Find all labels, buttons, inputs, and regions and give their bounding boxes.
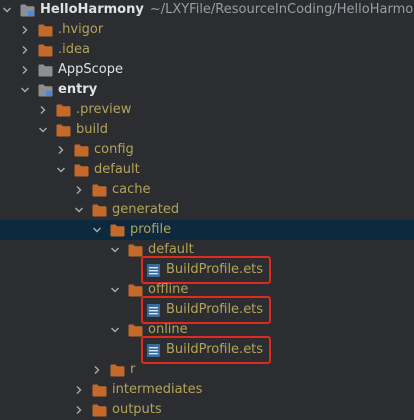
tree-folder-row[interactable]: generated bbox=[0, 200, 414, 220]
tree-item-label: HelloHarmony ~/LXYFile/ResourceInCoding/H… bbox=[40, 0, 414, 20]
tree-folder-row[interactable]: config bbox=[0, 140, 414, 160]
tree-item-name: config bbox=[94, 142, 134, 157]
folder-icon bbox=[38, 24, 53, 37]
tree-item-label: intermediates bbox=[112, 380, 202, 400]
folder-icon bbox=[128, 284, 143, 297]
folder-icon bbox=[56, 104, 71, 117]
tree-folder-row[interactable]: default bbox=[0, 160, 414, 180]
tree-item-name: .preview bbox=[76, 102, 132, 117]
tree-item-label: build bbox=[76, 120, 108, 140]
chevron-down-icon[interactable] bbox=[2, 0, 12, 20]
tree-file-row[interactable]: BuildProfile.ets bbox=[0, 336, 414, 364]
tree-item-name: .hvigor bbox=[58, 22, 104, 37]
chevron-down-icon[interactable] bbox=[110, 240, 120, 260]
tree-item-label: outputs bbox=[112, 400, 162, 420]
tree-item-name: cache bbox=[112, 182, 151, 197]
tree-folder-row[interactable]: .preview bbox=[0, 100, 414, 120]
project-tree: HelloHarmony ~/LXYFile/ResourceInCoding/H… bbox=[0, 0, 414, 419]
folder-icon bbox=[128, 244, 143, 257]
tree-item-name: default bbox=[94, 162, 140, 177]
tree-folder-row[interactable]: cache bbox=[0, 180, 414, 200]
folder-icon bbox=[56, 124, 71, 137]
folder-icon bbox=[92, 404, 107, 417]
chevron-right-icon[interactable] bbox=[20, 20, 30, 40]
chevron-right-icon[interactable] bbox=[20, 40, 30, 60]
tree-item-name: HelloHarmony bbox=[40, 2, 144, 17]
chevron-right-icon[interactable] bbox=[20, 60, 30, 80]
tree-folder-row[interactable]: entry bbox=[0, 80, 414, 100]
tree-folder-row[interactable]: r bbox=[0, 360, 414, 380]
tree-item-label: generated bbox=[112, 200, 179, 220]
folder-icon bbox=[110, 224, 125, 237]
tree-item-label: cache bbox=[112, 180, 151, 200]
tree-item-name: r bbox=[130, 362, 136, 377]
module-folder-icon bbox=[20, 4, 35, 17]
tree-folder-row[interactable]: intermediates bbox=[0, 380, 414, 400]
chevron-right-icon[interactable] bbox=[74, 180, 84, 200]
tree-item-name: default bbox=[148, 242, 194, 257]
tree-item-name: generated bbox=[112, 202, 180, 217]
tree-item-label: .idea bbox=[58, 40, 90, 60]
folder-icon bbox=[74, 144, 89, 157]
tree-file-row[interactable]: BuildProfile.ets bbox=[0, 296, 414, 324]
tree-item-name: online bbox=[148, 322, 188, 337]
folder-icon bbox=[110, 364, 125, 377]
tree-item-label: r bbox=[130, 360, 135, 380]
tree-item-label: .hvigor bbox=[58, 20, 103, 40]
chevron-down-icon[interactable] bbox=[56, 160, 66, 180]
folder-icon bbox=[128, 324, 143, 337]
tree-item-name: outputs bbox=[112, 402, 162, 417]
folder-icon bbox=[74, 164, 89, 177]
tree-item-name: profile bbox=[130, 222, 172, 237]
tree-item-label: default bbox=[94, 160, 140, 180]
chevron-right-icon[interactable] bbox=[74, 380, 84, 400]
tree-item-name: intermediates bbox=[112, 382, 203, 397]
tree-item-name: .idea bbox=[58, 42, 90, 57]
tree-item-label: config bbox=[94, 140, 134, 160]
tree-item-label: .preview bbox=[76, 100, 131, 120]
folder-icon bbox=[38, 44, 53, 57]
folder-icon bbox=[38, 64, 53, 77]
tree-item-name: build bbox=[76, 122, 108, 137]
tree-folder-row[interactable]: HelloHarmony ~/LXYFile/ResourceInCoding/H… bbox=[0, 0, 414, 20]
tree-folder-row[interactable]: .idea bbox=[0, 40, 414, 60]
tree-item-label: entry bbox=[58, 80, 97, 100]
chevron-down-icon[interactable] bbox=[110, 280, 120, 300]
tree-file-row[interactable]: BuildProfile.ets bbox=[0, 256, 414, 284]
chevron-down-icon[interactable] bbox=[110, 320, 120, 340]
tree-folder-row[interactable]: outputs bbox=[0, 400, 414, 420]
chevron-right-icon[interactable] bbox=[92, 360, 102, 380]
module-folder-icon bbox=[38, 84, 53, 97]
chevron-right-icon[interactable] bbox=[56, 140, 66, 160]
tree-folder-row[interactable]: build bbox=[0, 120, 414, 140]
project-path: ~/LXYFile/ResourceInCoding/HelloHarmony bbox=[149, 2, 414, 17]
tree-item-label: profile bbox=[130, 220, 171, 240]
tree-item-label: AppScope bbox=[58, 60, 123, 80]
chevron-down-icon[interactable] bbox=[92, 220, 102, 240]
chevron-down-icon[interactable] bbox=[38, 120, 48, 140]
tree-item-name: entry bbox=[58, 82, 98, 97]
chevron-right-icon[interactable] bbox=[38, 100, 48, 120]
folder-icon bbox=[92, 204, 107, 217]
folder-icon bbox=[92, 384, 107, 397]
folder-icon bbox=[92, 184, 107, 197]
tree-item-name: AppScope bbox=[58, 62, 123, 77]
tree-item-name: offline bbox=[148, 282, 189, 297]
tree-folder-row[interactable]: .hvigor bbox=[0, 20, 414, 40]
chevron-down-icon[interactable] bbox=[74, 200, 84, 220]
chevron-down-icon[interactable] bbox=[20, 80, 30, 100]
chevron-right-icon[interactable] bbox=[74, 400, 84, 420]
tree-folder-row[interactable]: AppScope bbox=[0, 60, 414, 80]
tree-folder-row[interactable]: profile bbox=[0, 220, 414, 240]
